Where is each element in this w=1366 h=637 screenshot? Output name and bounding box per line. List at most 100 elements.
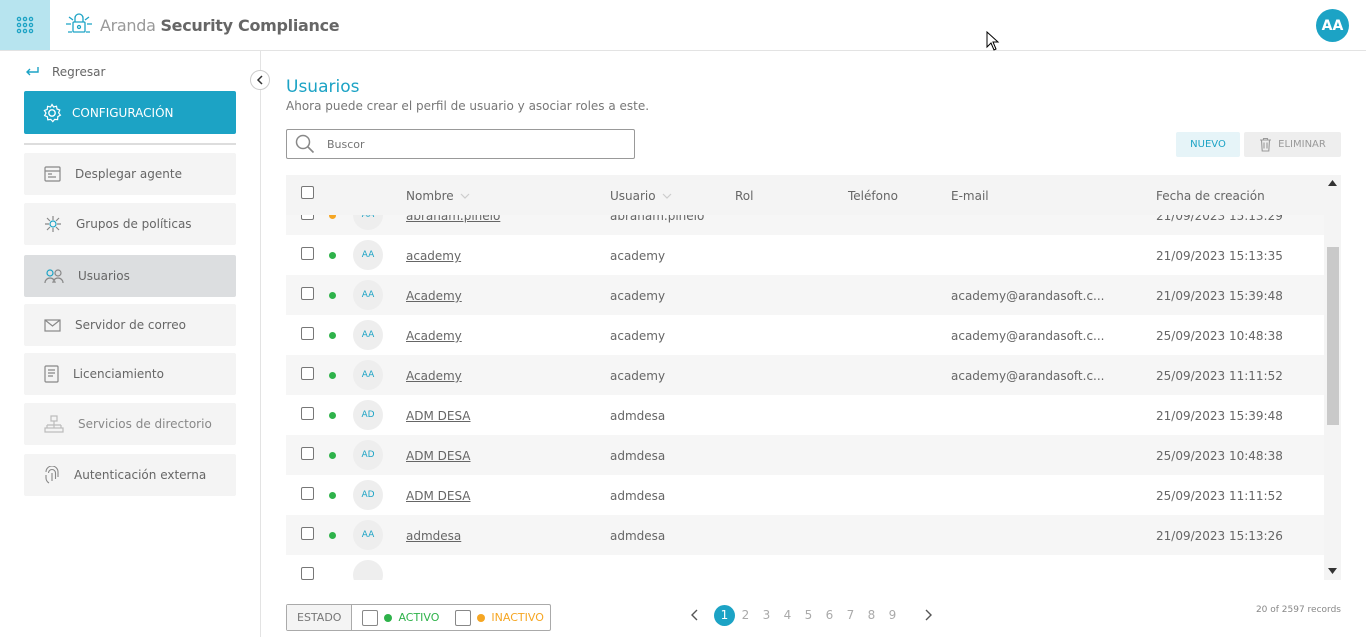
user-avatar[interactable]: AA [1316,9,1349,42]
page-title: Usuarios [286,77,360,97]
sidebar-item-autenticacion-externa[interactable]: Autenticación externa [24,454,236,496]
user-name-link[interactable]: ADM DESA [406,409,471,423]
row-checkbox[interactable] [301,567,314,580]
status-dot-icon [329,372,336,379]
sidebar: Regresar CONFIGURACIÓN Desplegar agente … [0,51,261,637]
row-checkbox[interactable] [301,327,314,340]
user-email: academy@arandasoft.c... [951,329,1105,343]
created-date: 21/09/2023 15:13:35 [1156,249,1283,263]
page-number[interactable]: 8 [861,608,882,622]
search-box[interactable] [286,129,635,159]
chevron-down-icon [662,193,672,199]
page-number[interactable]: 7 [840,608,861,622]
user-name-link[interactable]: ADM DESA [406,489,471,503]
mail-icon [44,318,61,332]
vertical-scrollbar[interactable] [1324,175,1341,580]
select-all-checkbox[interactable] [301,186,314,199]
user-name-link[interactable]: Academy [406,369,462,383]
table-row[interactable]: AD ADM DESA admdesa 25/09/2023 10:48:38 [286,435,1324,475]
page-number[interactable]: 2 [735,608,756,622]
inactive-dot-icon [477,613,486,622]
apps-grid-button[interactable] [0,0,50,50]
fingerprint-icon [45,466,59,484]
row-checkbox[interactable] [301,527,314,540]
user-initials-avatar: AD [353,440,383,470]
user-name-link[interactable]: academy [406,249,461,263]
user-initials-avatar: AD [353,400,383,430]
filter-inactive-checkbox[interactable] [455,609,472,626]
scroll-down-arrow-icon [1328,568,1337,574]
sidebar-item-label: Servicios de directorio [78,417,212,431]
page-number[interactable]: 5 [798,608,819,622]
user-name-link[interactable]: Academy [406,289,462,303]
column-header-nombre[interactable]: Nombre [406,189,470,203]
user-login: academy [610,369,666,383]
scrollbar-thumb[interactable] [1327,247,1339,425]
search-input[interactable] [327,137,617,151]
table-row[interactable]: AA Academy academy academy@arandasoft.c... 2… [286,315,1324,355]
divider [24,143,236,145]
user-initials-avatar [353,560,383,580]
sidebar-item-grupos-politicas[interactable]: Grupos de políticas [24,203,236,245]
trash-icon [1260,137,1272,152]
page-number[interactable]: 4 [777,608,798,622]
user-name-link[interactable]: ADM DESA [406,449,471,463]
sidebar-item-servicios-directorio[interactable]: Servicios de directorio [24,403,236,445]
created-date: 21/09/2023 15:13:26 [1156,529,1283,543]
filter-active-checkbox[interactable] [362,609,379,626]
prev-page-icon[interactable] [690,609,698,621]
created-date: 21/09/2023 15:39:48 [1156,409,1283,423]
status-dot-icon [329,532,336,539]
row-checkbox[interactable] [301,447,314,460]
user-initials-avatar: AD [353,480,383,510]
page-number[interactable]: 3 [756,608,777,622]
table-row[interactable]: AA Academy academy academy@arandasoft.c... 2… [286,275,1324,315]
sidebar-item-label: Servidor de correo [75,318,186,332]
table-row[interactable]: AD ADM DESA admdesa 21/09/2023 15:39:48 [286,395,1324,435]
policy-groups-icon [45,216,61,232]
table-row[interactable]: AA Academy academy academy@arandasoft.c... 2… [286,355,1324,395]
chevron-left-icon [256,75,263,85]
table-row[interactable]: AA academy academy 21/09/2023 15:13:35 [286,235,1324,275]
page-number[interactable]: 6 [819,608,840,622]
page-list: 123456789 [714,604,903,626]
row-checkbox[interactable] [301,287,314,300]
row-checkbox[interactable] [301,407,314,420]
user-name-link[interactable]: Academy [406,329,462,343]
brand-bold: Security Compliance [160,15,340,35]
user-login: academy [610,249,666,263]
status-dot-icon [329,292,336,299]
sidebar-item-servidor-correo[interactable]: Servidor de correo [24,304,236,346]
sidebar-item-label: Autenticación externa [74,468,207,482]
delete-button[interactable]: ELIMINAR [1244,132,1341,157]
user-initials-avatar: AA [353,520,383,550]
filter-active-label: ACTIVO [398,611,440,624]
page-subtitle: Ahora puede crear el perfil de usuario y… [286,99,650,113]
created-date: 21/09/2023 15:39:48 [1156,289,1283,303]
row-checkbox[interactable] [301,247,314,260]
collapse-sidebar-button[interactable] [250,70,270,90]
sidebar-item-label: Usuarios [78,269,130,283]
sidebar-item-label: Licenciamiento [73,367,164,381]
user-login: admdesa [610,529,666,543]
filter-inactive-option[interactable]: INACTIVO [445,605,549,630]
back-link[interactable]: Regresar [24,65,105,79]
new-button[interactable]: NUEVO [1176,132,1240,157]
records-count: 20 of 2597 records [1255,605,1341,615]
column-header-usuario[interactable]: Usuario [610,189,672,203]
next-page-icon[interactable] [925,609,933,621]
table-row[interactable]: AA admdesa admdesa 21/09/2023 15:13:26 [286,515,1324,555]
row-checkbox[interactable] [301,367,314,380]
table-row[interactable]: AD ADM DESA admdesa 25/09/2023 11:11:52 [286,475,1324,515]
sidebar-item-desplegar-agente[interactable]: Desplegar agente [24,153,236,195]
table-row-partial [286,555,1324,580]
config-button[interactable]: CONFIGURACIÓN [24,91,236,134]
row-checkbox[interactable] [301,487,314,500]
security-logo-icon [66,13,92,33]
user-name-link[interactable]: admdesa [406,529,461,543]
sidebar-item-usuarios[interactable]: Usuarios [24,255,236,297]
sidebar-item-licenciamiento[interactable]: Licenciamiento [24,353,236,395]
filter-active-option[interactable]: ACTIVO [352,605,445,630]
page-number[interactable]: 1 [714,604,735,626]
page-number[interactable]: 9 [882,608,903,622]
